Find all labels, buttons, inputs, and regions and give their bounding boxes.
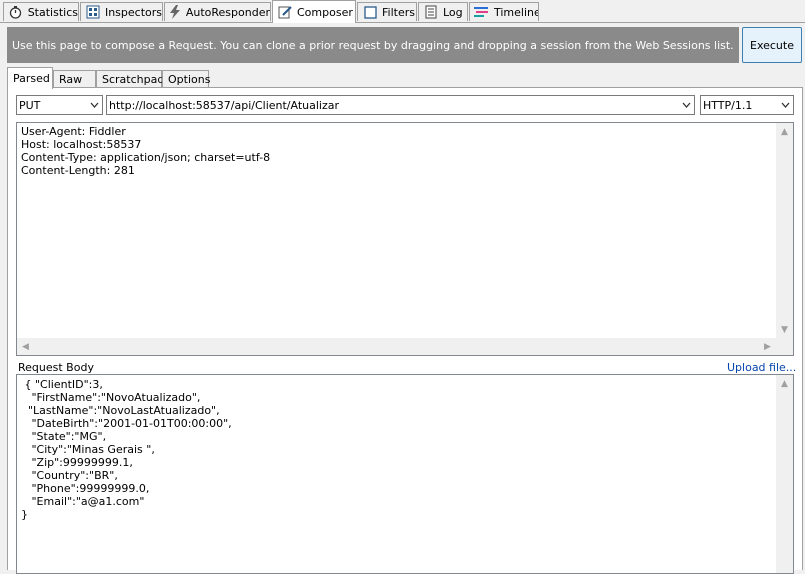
request-body-label: Request Body: [18, 361, 94, 374]
banner-text: Use this page to compose a Request. You …: [12, 38, 734, 52]
http-version-select[interactable]: HTTP/1.1: [700, 95, 794, 115]
method-select[interactable]: PUT: [16, 95, 103, 115]
composer-info-banner: Use this page to compose a Request. You …: [7, 27, 739, 63]
tab-label: Scratchpad: [102, 73, 165, 86]
body-line: }: [21, 508, 28, 521]
body-line: "LastName":"NovoLastAtualizado",: [21, 404, 220, 417]
scroll-right-icon[interactable]: ▶: [759, 338, 776, 355]
scroll-down-icon[interactable]: ▼: [776, 321, 793, 338]
tab-statistics[interactable]: Statistics: [3, 2, 79, 21]
tab-log[interactable]: Log: [418, 2, 468, 21]
tab-scratchpad[interactable]: Scratchpad: [96, 70, 165, 88]
tab-label: Log: [443, 5, 463, 19]
checkbox-icon: [362, 5, 378, 19]
chevron-down-icon: [682, 102, 691, 108]
composer-tab-bar: Parsed Raw Scratchpad Options: [7, 67, 803, 89]
body-line: "DateBirth":"2001-01-01T00:00:00",: [21, 417, 232, 430]
version-value: HTTP/1.1: [703, 98, 753, 112]
body-line: "Country":"BR",: [21, 469, 118, 482]
inspect-grid-icon: [85, 5, 101, 19]
tab-timeline[interactable]: Timeline: [469, 2, 539, 21]
header-line: Content-Type: application/json; charset=…: [21, 151, 271, 164]
scroll-left-icon[interactable]: ◀: [17, 338, 34, 355]
tab-inspectors[interactable]: Inspectors: [80, 2, 163, 21]
header-line: User-Agent: Fiddler: [21, 125, 126, 138]
tab-label: Statistics: [27, 5, 78, 19]
vertical-scrollbar[interactable]: ▲ ▼: [776, 123, 793, 338]
vertical-scrollbar[interactable]: ▲: [776, 375, 793, 573]
tab-options[interactable]: Options: [162, 70, 211, 88]
tab-label: Inspectors: [104, 5, 162, 19]
body-line: "State":"MG",: [21, 430, 107, 443]
url-input[interactable]: http://localhost:58537/api/Client/Atuali…: [106, 95, 695, 115]
header-line: Content-Length: 281: [21, 164, 135, 177]
tab-composer[interactable]: Composer: [272, 0, 356, 23]
url-value: http://localhost:58537/api/Client/Atuali…: [109, 98, 340, 112]
execute-button[interactable]: Execute: [742, 27, 802, 63]
tab-label: Composer: [297, 5, 353, 19]
upload-file-link[interactable]: Upload file...: [727, 361, 796, 374]
stopwatch-icon: [8, 5, 24, 19]
body-line: "City":"Minas Gerais ",: [21, 443, 155, 456]
execute-label: Execute: [750, 38, 794, 52]
body-line: "Email":"a@a1.com": [21, 495, 145, 508]
tab-raw[interactable]: Raw: [53, 70, 96, 88]
header-line: Host: localhost:58537: [21, 138, 142, 151]
body-line: { "ClientID":3,: [21, 378, 103, 391]
tab-label: AutoResponder: [185, 5, 270, 19]
tab-label: Timeline: [494, 5, 539, 19]
horizontal-scrollbar[interactable]: ◀ ▶: [17, 338, 793, 355]
request-headers-textarea[interactable]: User-Agent: Fiddler Host: localhost:5853…: [16, 122, 794, 356]
top-tab-bar: Statistics Inspectors AutoResponder Comp…: [0, 0, 805, 23]
pencil-icon: [277, 5, 293, 19]
tab-autoresponder[interactable]: AutoResponder: [164, 2, 271, 21]
chevron-down-icon: [781, 102, 790, 108]
body-line: "Zip":99999999.1,: [21, 456, 133, 469]
chevron-down-icon: [90, 102, 99, 108]
body-line: "FirstName":"NovoAtualizado",: [21, 391, 201, 404]
timeline-bars-icon: [474, 5, 490, 19]
method-value: PUT: [19, 98, 41, 112]
lightning-icon: [169, 5, 182, 19]
request-body-textarea[interactable]: { "ClientID":3, "FirstName":"NovoAtualiz…: [16, 374, 794, 574]
log-document-icon: [423, 5, 439, 19]
tab-label: Parsed: [13, 72, 50, 85]
tab-label: Raw: [59, 73, 83, 86]
scroll-up-icon[interactable]: ▲: [776, 375, 793, 392]
tab-label: Options: [168, 73, 211, 86]
tab-filters[interactable]: Filters: [357, 2, 417, 21]
body-line: "Phone":99999999.0,: [21, 482, 150, 495]
tab-parsed[interactable]: Parsed: [7, 67, 53, 89]
scroll-up-icon[interactable]: ▲: [776, 123, 793, 140]
tab-label: Filters: [382, 5, 415, 19]
